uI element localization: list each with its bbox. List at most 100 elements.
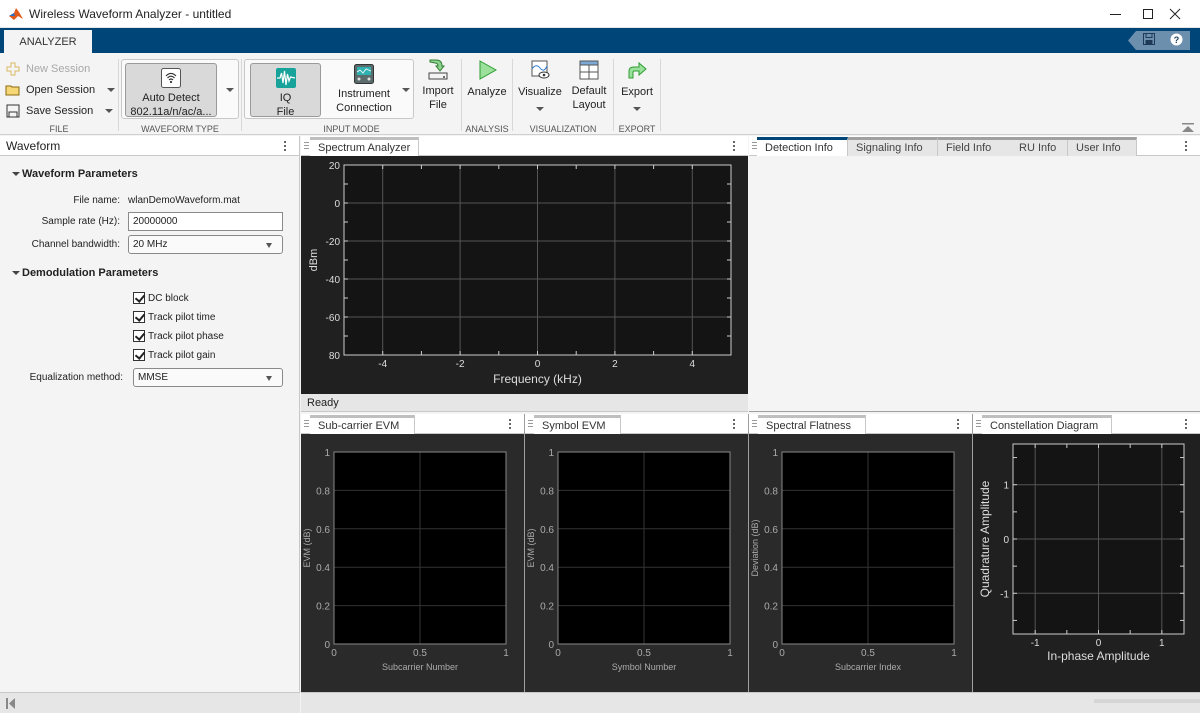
- tab-symbol-evm[interactable]: Symbol EVM: [534, 415, 621, 434]
- dc-block-checkbox[interactable]: DC block: [133, 292, 189, 304]
- save-session-button[interactable]: Save Session: [5, 101, 113, 121]
- open-session-dropdown-icon[interactable]: [107, 88, 115, 92]
- analyze-button[interactable]: Analyze: [464, 59, 510, 99]
- collapse-arrow-icon: [12, 271, 20, 275]
- svg-text:?: ?: [1174, 35, 1180, 45]
- subcarrier-evm-plot-area: 00.5100.20.40.60.81Subcarrier NumberEVM …: [301, 434, 524, 692]
- export-button[interactable]: Export: [616, 59, 658, 99]
- matlab-logo-icon: [9, 7, 23, 21]
- checkbox-checked-icon: [133, 311, 145, 323]
- tab-subcarrier-evm[interactable]: Sub-carrier EVM: [310, 415, 415, 434]
- panel-menu-icon[interactable]: [284, 139, 287, 153]
- constellation-menu-icon[interactable]: [1185, 417, 1188, 431]
- waveform-parameters-section[interactable]: Waveform Parameters: [12, 168, 138, 180]
- save-session-dropdown-icon[interactable]: [105, 109, 113, 113]
- track-pilot-phase-checkbox[interactable]: Track pilot phase: [133, 330, 224, 342]
- detection-info-content: [749, 156, 1200, 412]
- subcarrier-evm-menu-icon[interactable]: [509, 417, 512, 431]
- tab-constellation-diagram[interactable]: Constellation Diagram: [982, 415, 1112, 434]
- y-axis-label: dBm: [308, 249, 320, 272]
- help-icon[interactable]: ?: [1170, 33, 1183, 49]
- wifi-icon: [161, 68, 181, 88]
- save-icon[interactable]: [1143, 33, 1155, 48]
- spectral-flatness-menu-icon[interactable]: [957, 417, 960, 431]
- x-tick-label: 0: [1096, 638, 1102, 649]
- tab-spectrum-analyzer[interactable]: Spectrum Analyzer: [310, 137, 419, 156]
- auto-detect-button[interactable]: Auto Detect 802.11a/n/ac/a...: [125, 63, 217, 117]
- y-tick-label: -1: [1000, 589, 1009, 600]
- y-axis-label: EVM (dB): [526, 528, 536, 567]
- new-session-button[interactable]: New Session: [5, 59, 90, 79]
- close-button[interactable]: [1152, 0, 1198, 28]
- tab-spectral-flatness[interactable]: Spectral Flatness: [758, 415, 866, 434]
- x-tick-label: 0.5: [413, 648, 427, 659]
- y-tick-label: 0.2: [316, 602, 330, 613]
- chevron-down-icon: [266, 243, 272, 248]
- drag-handle-icon[interactable]: [528, 420, 533, 429]
- y-tick-label: 0.6: [764, 525, 778, 536]
- y-tick-label: 0.8: [540, 486, 554, 497]
- horizontal-scrollbar[interactable]: [1094, 699, 1200, 703]
- symbol-evm-chart: 00.5100.20.40.60.81Symbol NumberEVM (dB): [525, 434, 748, 692]
- iq-file-button[interactable]: IQ File: [250, 63, 321, 117]
- equalization-method-select[interactable]: MMSE: [133, 368, 283, 387]
- tab-ru-info[interactable]: RU Info: [1011, 140, 1068, 156]
- channel-bandwidth-select[interactable]: 20 MHz: [128, 235, 283, 254]
- x-tick-label: 0: [555, 648, 561, 659]
- tab-analyzer[interactable]: ANALYZER: [4, 30, 92, 53]
- file-name-value: wlanDemoWaveform.mat: [128, 195, 240, 206]
- sample-rate-input[interactable]: 20000000: [128, 212, 283, 231]
- tab-detection-info[interactable]: Detection Info: [757, 137, 848, 156]
- y-tick-label: 0: [334, 199, 340, 210]
- symbol-evm-plot-area: 00.5100.20.40.60.81Symbol NumberEVM (dB): [525, 434, 748, 692]
- spectral-flatness-plot-area: 00.5100.20.40.60.81Subcarrier IndexDevia…: [749, 434, 972, 692]
- y-tick-label: 0: [1003, 535, 1009, 546]
- visualize-button[interactable]: Visualize: [515, 59, 565, 99]
- spectrum-menu-icon[interactable]: [733, 139, 736, 153]
- export-arrow-icon: [626, 59, 648, 81]
- collapse-ribbon-icon[interactable]: [1182, 123, 1194, 132]
- instrument-connection-button[interactable]: Instrument Connection: [325, 64, 403, 115]
- checkbox-checked-icon: [133, 349, 145, 361]
- x-tick-label: -4: [378, 359, 387, 370]
- open-session-button[interactable]: Open Session: [5, 80, 115, 100]
- input-mode-gallery: IQ File Instrument Connection: [244, 59, 414, 119]
- tab-user-info[interactable]: User Info: [1068, 137, 1137, 156]
- y-tick-label: 0.6: [316, 525, 330, 536]
- constellation-plot-area: -10110-1In-phase AmplitudeQuadrature Amp…: [973, 434, 1200, 692]
- info-menu-icon[interactable]: [1185, 139, 1188, 153]
- constellation-chart: -10110-1In-phase AmplitudeQuadrature Amp…: [973, 434, 1200, 692]
- symbol-evm-menu-icon[interactable]: [733, 417, 736, 431]
- drag-handle-icon[interactable]: [304, 142, 309, 151]
- demodulation-parameters-section[interactable]: Demodulation Parameters: [12, 267, 158, 279]
- y-axis-label: Deviation (dB): [750, 519, 760, 576]
- waveform-type-dropdown-icon[interactable]: [226, 88, 234, 92]
- info-tab-bar: Detection Info Signaling Info Field Info…: [749, 136, 1200, 156]
- x-axis-label: Frequency (kHz): [493, 372, 582, 386]
- y-tick-label: 0: [772, 640, 778, 651]
- waveform-type-label: WAVEFORM TYPE: [119, 124, 241, 134]
- track-pilot-gain-checkbox[interactable]: Track pilot gain: [133, 349, 215, 361]
- y-tick-label: -60: [326, 313, 341, 324]
- quick-access-bar: ?: [1128, 31, 1190, 50]
- drag-handle-icon[interactable]: [976, 420, 981, 429]
- status-bar: Ready: [301, 394, 748, 412]
- analysis-group: Analyze ANALYSIS: [462, 55, 512, 135]
- x-tick-label: 4: [690, 359, 696, 370]
- drag-handle-icon[interactable]: [752, 420, 757, 429]
- visualization-label: VISUALIZATION: [513, 124, 613, 134]
- y-tick-label: 0.4: [316, 563, 330, 574]
- equalization-method-label: Equalization method:: [10, 372, 123, 383]
- x-axis-label: Subcarrier Index: [835, 662, 902, 672]
- track-pilot-time-checkbox[interactable]: Track pilot time: [133, 311, 215, 323]
- y-tick-label: 0.8: [316, 486, 330, 497]
- collapse-left-icon[interactable]: [6, 698, 15, 709]
- drag-handle-icon[interactable]: [304, 420, 309, 429]
- x-tick-label: 0: [779, 648, 785, 659]
- tab-signaling-info[interactable]: Signaling Info: [848, 137, 938, 156]
- waveform-type-gallery: Auto Detect 802.11a/n/ac/a...: [121, 59, 239, 119]
- input-mode-dropdown-icon[interactable]: [402, 88, 410, 92]
- default-layout-button[interactable]: Default Layout: [567, 59, 611, 112]
- x-tick-label: -1: [1031, 638, 1040, 649]
- import-file-button[interactable]: Import File: [417, 59, 459, 112]
